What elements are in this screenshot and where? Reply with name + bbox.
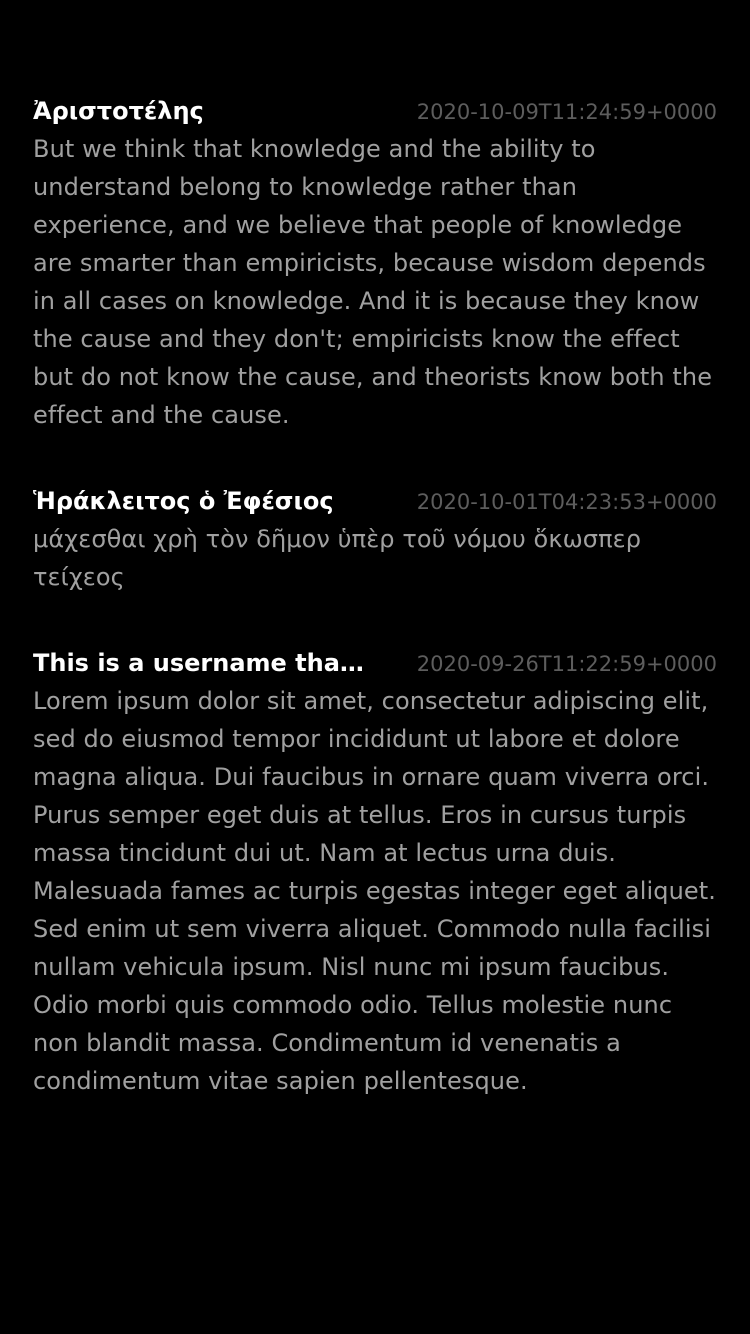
post-username[interactable]: Ἀριστοτέλης [33,92,204,130]
post-body: But we think that knowledge and the abil… [33,135,713,429]
post-header: Ἡράκλειτος ὁ Ἐφέσιος 2020-10-01T04:23:53… [33,482,717,520]
post-timestamp: 2020-10-09T11:24:59+0000 [416,100,717,124]
post-item[interactable]: Ἡράκλειτος ὁ Ἐφέσιος 2020-10-01T04:23:53… [33,482,717,596]
post-body: μάχεσθαι χρὴ τὸν δῆμον ὑπὲρ τοῦ νόμου ὅκ… [33,525,642,591]
post-header: Ἀριστοτέλης 2020-10-09T11:24:59+0000 [33,92,717,130]
post-item[interactable]: This is a username that... 2020-09-26T11… [33,644,717,1100]
post-username[interactable]: This is a username that... [33,644,373,682]
post-timestamp: 2020-10-01T04:23:53+0000 [416,490,717,514]
post-item[interactable]: Ἀριστοτέλης 2020-10-09T11:24:59+0000 But… [33,92,717,434]
post-timestamp: 2020-09-26T11:22:59+0000 [416,652,717,676]
post-feed[interactable]: Ἀριστοτέλης 2020-10-09T11:24:59+0000 But… [0,0,750,1334]
post-body: Lorem ipsum dolor sit amet, consectetur … [33,687,716,1095]
post-header: This is a username that... 2020-09-26T11… [33,644,717,682]
post-username[interactable]: Ἡράκλειτος ὁ Ἐφέσιος [33,482,334,520]
